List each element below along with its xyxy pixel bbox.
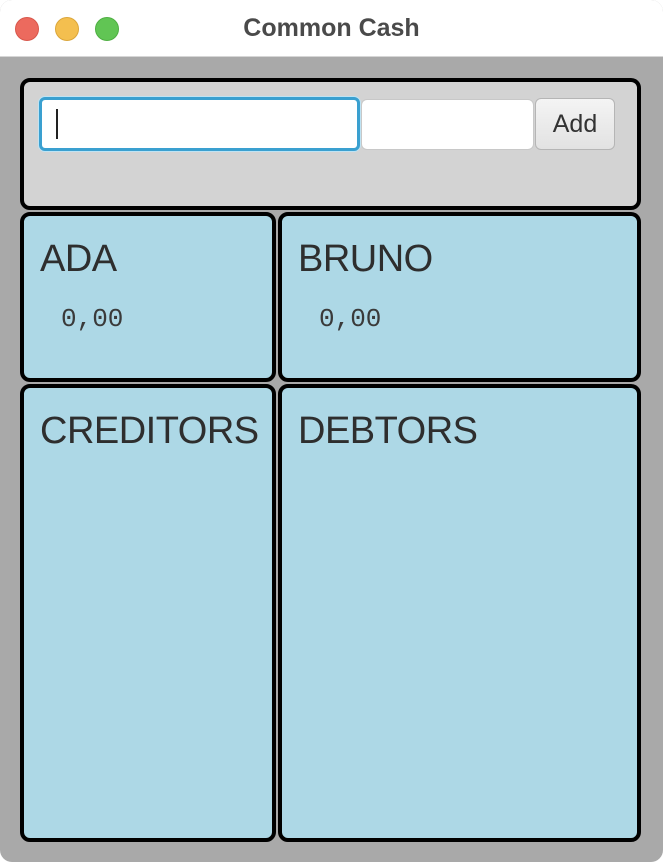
person-balance: 0,00	[61, 304, 124, 334]
title-bar[interactable]: Common Cash	[0, 0, 663, 57]
text-caret	[56, 109, 58, 139]
creditors-list: CREDITORS	[20, 384, 276, 842]
person-balance: 0,00	[319, 304, 382, 334]
app-window: Common Cash Add ADA 0,00 BRUNO 0,00 CRED…	[0, 0, 663, 862]
window-title: Common Cash	[243, 14, 420, 42]
entry-panel: Add	[20, 78, 641, 210]
debtors-heading: DEBTORS	[298, 410, 478, 452]
person-card-ada: ADA 0,00	[20, 212, 276, 382]
debtors-list: DEBTORS	[278, 384, 641, 842]
person-name: BRUNO	[298, 238, 433, 280]
person-name: ADA	[40, 238, 117, 280]
creditors-heading: CREDITORS	[40, 410, 259, 452]
add-button[interactable]: Add	[535, 98, 615, 150]
name-input[interactable]	[39, 97, 360, 151]
person-card-bruno: BRUNO 0,00	[278, 212, 641, 382]
amount-input[interactable]	[361, 99, 534, 150]
